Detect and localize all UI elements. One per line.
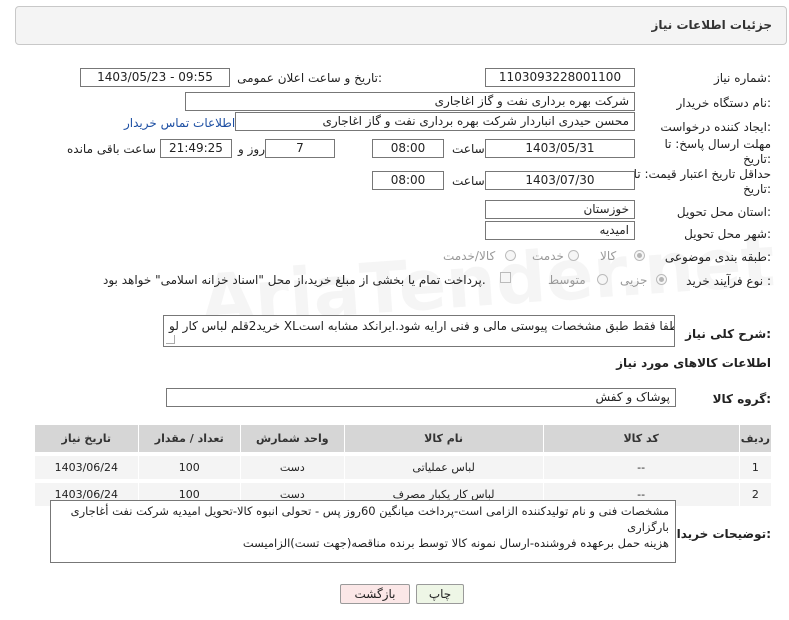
back-button[interactable]: بازگشت — [340, 584, 410, 604]
province-label: استان محل تحویل: — [676, 205, 771, 219]
category-option-goods-service: کالا/خدمت — [443, 249, 496, 263]
reply-time-field: 08:00 — [372, 139, 444, 158]
category-option-service: خدمت — [532, 249, 564, 263]
page-title: جزئیات اطلاعات نیاز — [651, 18, 772, 32]
header-panel: جزئیات اطلاعات نیاز — [15, 6, 787, 45]
row-name: لباس عملیاتی — [343, 455, 544, 480]
reply-date-field: 1403/05/31 — [485, 139, 635, 158]
description-textarea: خرید2قلم لباس کار لو XLلطفا فقط طبق مشخص… — [163, 315, 675, 347]
process-radio-medium[interactable] — [597, 274, 608, 285]
process-option-medium: متوسط — [548, 273, 586, 287]
price-validity-label: حداقل تاریخ اعتبار قیمت: تا تاریخ: — [633, 167, 771, 196]
row-code: -- — [542, 455, 740, 480]
column-header-unit: واحد شمارش — [239, 424, 345, 453]
price-validity-time-field: 08:00 — [372, 171, 444, 190]
column-header-qty: تعداد / مقدار — [137, 424, 241, 453]
row-index: 1 — [738, 455, 773, 480]
buyer-notes-line-2: هزینه حمل برعهده فروشنده-ارسال نمونه کال… — [242, 536, 669, 550]
goods-group-field: پوشاک و کفش — [166, 388, 676, 407]
category-radio-goods[interactable] — [634, 250, 645, 261]
price-validity-time-label: ساعت — [452, 174, 485, 188]
need-number-label: شماره نیاز: — [713, 71, 771, 85]
category-radio-service[interactable] — [568, 250, 579, 261]
row-qty: 100 — [137, 455, 241, 480]
reply-deadline-label: مهلت ارسال پاسخ: تا تاریخ: — [664, 137, 771, 166]
description-label: شرح کلی نیاز: — [685, 327, 771, 341]
process-label: نوع فرآیند خرید : — [686, 274, 771, 288]
reply-days-label: روز و — [238, 142, 265, 156]
buyer-org-label: نام دستگاه خریدار: — [676, 96, 772, 110]
buyer-contact-link[interactable]: اطلاعات تماس خریدار — [124, 116, 235, 130]
buyer-notes-label: توضیحات خریدار: — [669, 527, 771, 541]
column-header-index: ردیف — [738, 424, 773, 453]
row-unit: دست — [239, 455, 345, 480]
goods-section-title: اطلاعات کالاهای مورد نیاز — [616, 356, 771, 370]
reply-days-field: 7 — [265, 139, 335, 158]
announce-field: 1403/05/23 - 09:55 — [80, 68, 230, 87]
creator-label: ایجاد کننده درخواست: — [660, 120, 771, 134]
remaining-time-label: ساعت باقی مانده — [67, 142, 157, 156]
buyer-notes-textarea: مشخصات فنی و نام تولیدکننده الزامی است-پ… — [50, 500, 676, 563]
row-index: 2 — [738, 482, 773, 507]
remaining-time-field: 21:49:25 — [160, 139, 232, 158]
creator-field: محسن حیدری انباردار شرکت بهره برداری نفت… — [235, 112, 635, 131]
print-button[interactable]: چاپ — [416, 584, 464, 604]
column-header-need-date: تاریخ نیاز — [34, 424, 139, 453]
column-header-code: کد کالا — [542, 424, 740, 453]
treasury-payment-note: پرداخت تمام یا بخشی از مبلغ خرید،از محل … — [103, 273, 486, 287]
reply-time-label: ساعت — [452, 142, 485, 156]
buyer-org-field: شرکت بهره برداری نفت و گاز اغاجاری — [185, 92, 635, 111]
resize-grip-icon[interactable] — [166, 335, 175, 344]
city-label: شهر محل تحویل: — [684, 227, 771, 241]
goods-group-label: گروه کالا: — [712, 392, 771, 406]
category-radio-goods-service[interactable] — [505, 250, 516, 261]
process-option-minor: جزیی — [620, 273, 648, 287]
announce-label: تاریخ و ساعت اعلان عمومی: — [237, 71, 382, 85]
table-row: 1403/06/24 100 دست لباس عملیاتی -- 1 — [34, 455, 773, 480]
process-radio-minor[interactable] — [656, 274, 667, 285]
price-validity-date-field: 1403/07/30 — [485, 171, 635, 190]
buyer-notes-line-1: مشخصات فنی و نام تولیدکننده الزامی است-پ… — [70, 504, 669, 534]
description-text: خرید2قلم لباس کار لو XLلطفا فقط طبق مشخص… — [169, 319, 674, 333]
column-header-name: نام کالا — [343, 424, 544, 453]
category-label: طبقه بندی موضوعی: — [664, 250, 771, 264]
city-field: امیدیه — [485, 221, 635, 240]
category-option-goods: کالا — [600, 249, 617, 263]
table-header-row: تاریخ نیاز تعداد / مقدار واحد شمارش نام … — [34, 424, 773, 453]
treasury-payment-checkbox[interactable] — [500, 272, 511, 283]
province-field: خوزستان — [485, 200, 635, 219]
goods-table: تاریخ نیاز تعداد / مقدار واحد شمارش نام … — [34, 424, 773, 507]
need-number-field: 1103093228001100 — [485, 68, 635, 87]
row-need-date: 1403/06/24 — [34, 455, 139, 480]
